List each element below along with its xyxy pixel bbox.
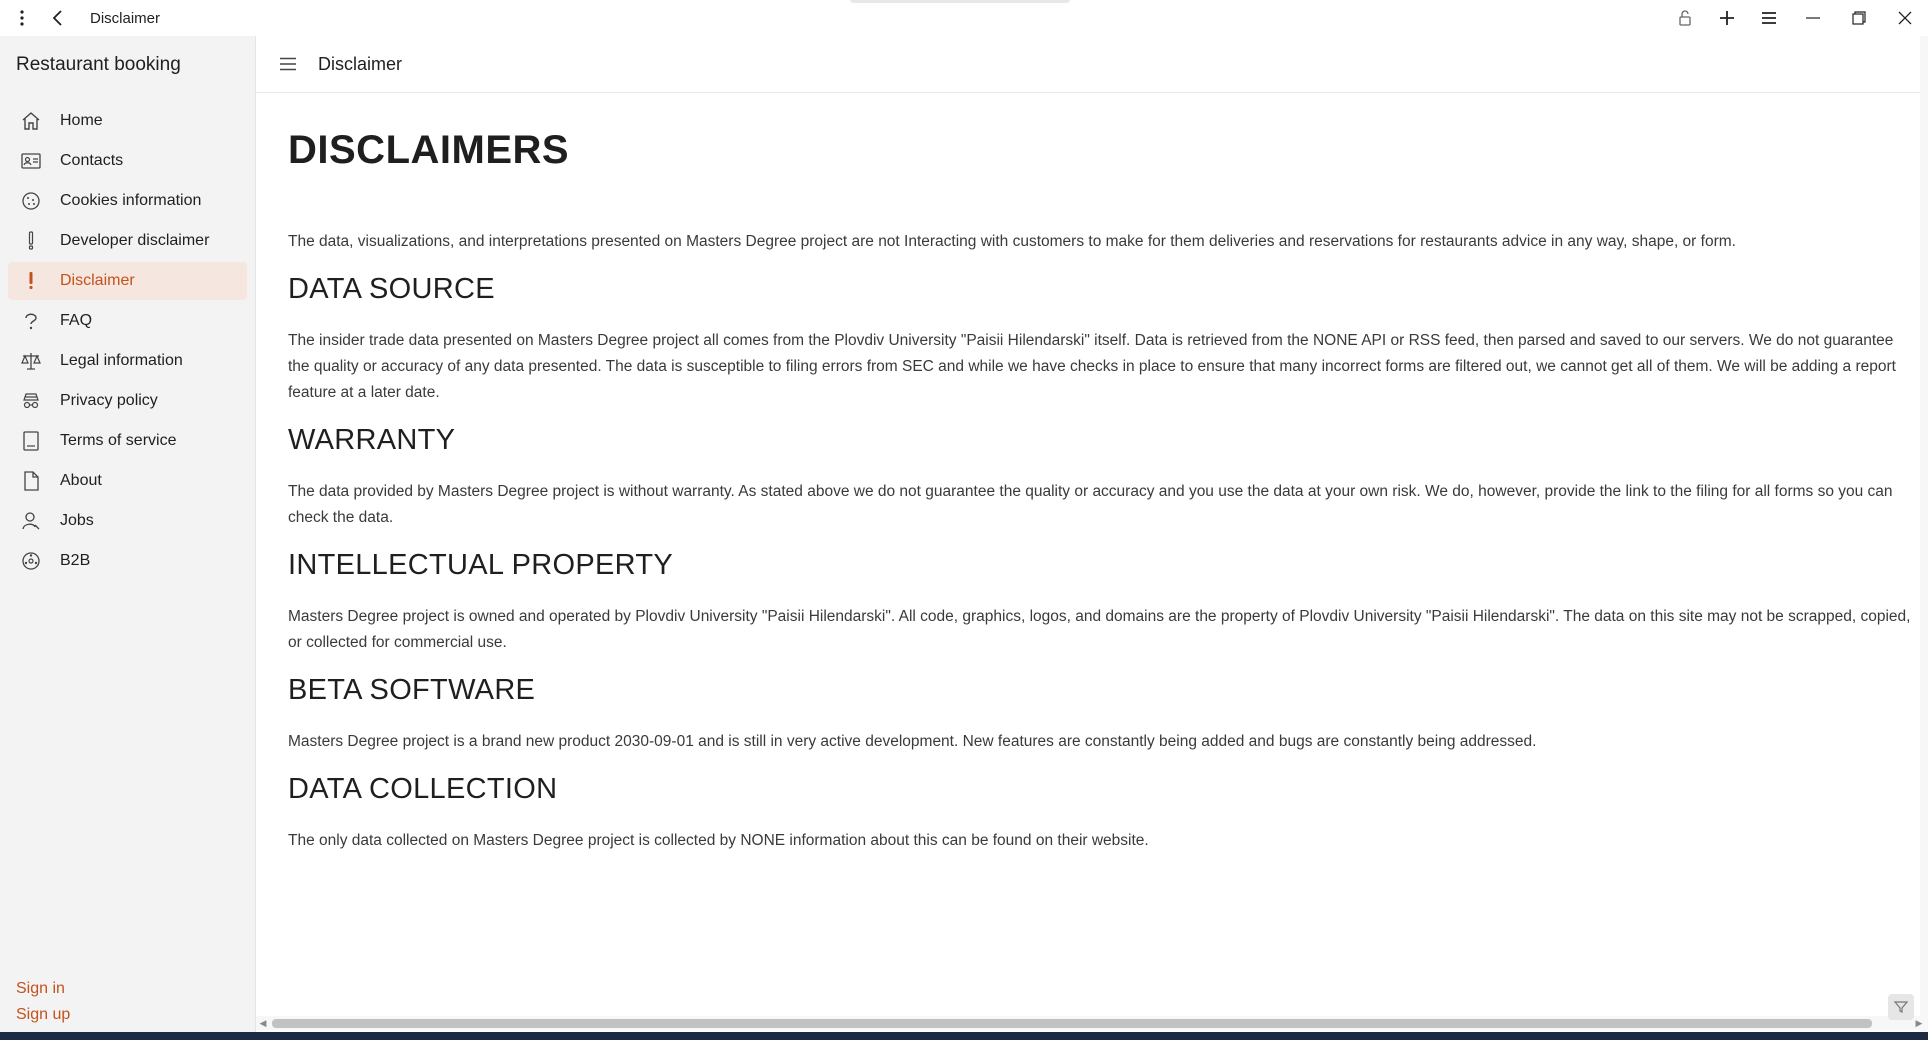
page-icon (17, 471, 45, 491)
app-title: Restaurant booking (16, 54, 181, 75)
sidebar-item-label: Terms of service (60, 432, 177, 449)
section-heading-warranty: WARRANTY (288, 424, 456, 456)
title-bar: Disclaimer (0, 0, 1928, 37)
sidebar-item-about[interactable]: About (8, 462, 247, 500)
document-icon (17, 431, 45, 451)
sidebar-item-label: Developer disclaimer (60, 232, 210, 249)
sign-up-link[interactable]: Sign up (16, 1006, 70, 1024)
section-text-intellectual-property: Masters Degree project is owned and oper… (288, 608, 1911, 651)
restore-icon[interactable] (1836, 0, 1882, 36)
sidebar-item-legal-information[interactable]: Legal information (8, 342, 247, 380)
section-heading-intellectual-property: INTELLECTUAL PROPERTY (288, 549, 674, 581)
sidebar-item-faq[interactable]: FAQ (8, 302, 247, 340)
sidebar-item-disclaimer[interactable]: Disclaimer (8, 262, 247, 300)
sidebar-item-developer-disclaimer[interactable]: Developer disclaimer (8, 222, 247, 260)
menu-icon[interactable] (1748, 0, 1790, 36)
home-icon (17, 111, 45, 131)
vertical-scrollbar[interactable] (1920, 36, 1928, 1032)
sidebar-item-label: FAQ (60, 312, 93, 329)
sidebar-item-label: Jobs (60, 512, 94, 529)
person-icon (17, 511, 45, 531)
sidebar: Restaurant booking Home Contacts Cookies… (0, 36, 256, 1032)
section-text-beta-software: Masters Degree project is a brand new pr… (288, 733, 1537, 750)
sidebar-item-label: About (60, 472, 102, 489)
taskbar-strip (0, 1032, 1928, 1040)
drag-handle[interactable] (850, 0, 1070, 3)
scales-icon (17, 351, 45, 371)
intro-paragraph: The data, visualizations, and interpreta… (288, 233, 1736, 250)
scroll-left-icon[interactable]: ◀ (258, 1017, 268, 1029)
sidebar-item-privacy-policy[interactable]: Privacy policy (8, 382, 247, 420)
sidebar-item-b2b[interactable]: B2B (8, 542, 247, 580)
close-icon[interactable] (1882, 0, 1928, 36)
sidebar-item-label: Legal information (60, 352, 183, 369)
section-text-data-collection: The only data collected on Masters Degre… (288, 832, 1149, 849)
section-text-warranty: The data provided by Masters Degree proj… (288, 483, 1893, 526)
add-icon[interactable] (1706, 0, 1748, 36)
sidebar-item-jobs[interactable]: Jobs (8, 502, 247, 540)
sidebar-item-label: Disclaimer (60, 272, 135, 289)
main-content: DISCLAIMERS The data, visualizations, an… (288, 92, 1918, 1012)
back-arrow-icon[interactable] (40, 0, 76, 36)
section-heading-data-source: DATA SOURCE (288, 273, 495, 305)
sidebar-nav: Home Contacts Cookies information Develo… (8, 102, 247, 582)
auth-links: Sign in Sign up (16, 980, 70, 1032)
horizontal-scroll-thumb[interactable] (272, 1019, 1872, 1028)
sidebar-item-cookies-information[interactable]: Cookies information (8, 182, 247, 220)
lock-icon[interactable] (1664, 0, 1706, 36)
more-options-icon[interactable] (4, 0, 40, 36)
exclamation-icon (17, 231, 45, 251)
page-title: Disclaimer (318, 53, 403, 74)
sidebar-item-terms-of-service[interactable]: Terms of service (8, 422, 247, 460)
sidebar-item-label: Contacts (60, 152, 124, 169)
sign-in-link[interactable]: Sign in (16, 980, 70, 998)
sidebar-item-label: Cookies information (60, 192, 202, 209)
network-icon (17, 551, 45, 571)
hamburger-menu-icon[interactable] (274, 50, 302, 78)
contact-card-icon (17, 151, 45, 171)
sidebar-item-home[interactable]: Home (8, 102, 247, 140)
section-heading-beta-software: BETA SOFTWARE (288, 674, 536, 706)
question-icon (17, 311, 45, 331)
sidebar-item-label: B2B (60, 552, 91, 569)
section-heading-data-collection: DATA COLLECTION (288, 773, 558, 805)
sidebar-item-contacts[interactable]: Contacts (8, 142, 247, 180)
window-title: Disclaimer (90, 9, 161, 27)
section-text-data-source: The insider trade data presented on Mast… (288, 332, 1896, 401)
horizontal-scrollbar[interactable]: ◀ ▶ (256, 1016, 1928, 1030)
sidebar-item-label: Home (60, 112, 103, 129)
privacy-icon (17, 391, 45, 411)
feedback-icon[interactable] (1888, 994, 1914, 1020)
cookie-icon (17, 191, 45, 211)
disclaimers-heading: DISCLAIMERS (288, 128, 570, 172)
scroll-right-icon[interactable]: ▶ (1914, 1017, 1924, 1029)
content-header: Disclaimer (256, 36, 1920, 93)
minimize-icon[interactable] (1790, 0, 1836, 36)
sidebar-item-label: Privacy policy (60, 392, 158, 409)
exclamation-icon (17, 271, 45, 291)
